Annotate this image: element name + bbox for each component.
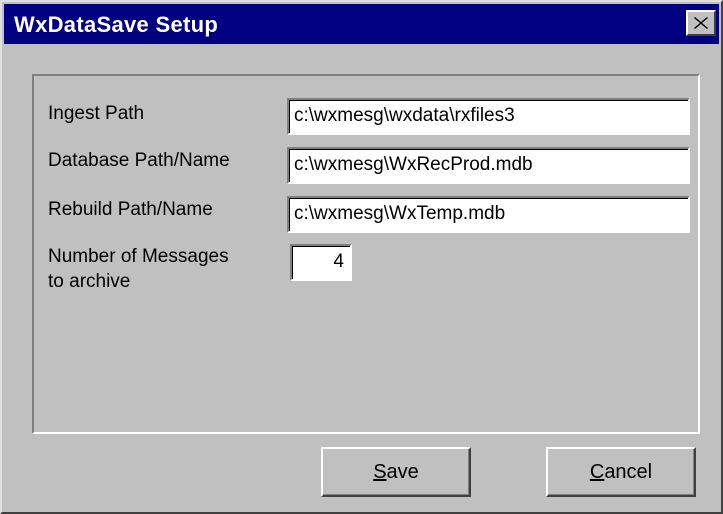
close-button[interactable]: [686, 10, 716, 36]
database-path-field[interactable]: c:\wxmesg\WxRecProd.mdb: [287, 147, 690, 184]
rebuild-path-field[interactable]: c:\wxmesg\WxTemp.mdb: [287, 196, 690, 233]
rebuild-path-label: Rebuild Path/Name: [48, 199, 213, 220]
ingest-path-label: Ingest Path: [48, 103, 145, 124]
messages-count-field[interactable]: 4: [290, 244, 352, 281]
cancel-mnemonic: C: [589, 460, 605, 483]
close-icon: [694, 17, 708, 29]
setup-dialog: WxDataSave Setup Ingest Path c:\wxmesg\w…: [0, 0, 723, 514]
messages-count-label-line1: Number of Messages: [48, 246, 229, 267]
save-button[interactable]: Save: [321, 447, 471, 497]
save-mnemonic: S: [373, 460, 387, 483]
messages-count-label-line2: to archive: [48, 271, 131, 292]
ingest-path-field[interactable]: c:\wxmesg\wxdata\rxfiles3: [287, 98, 690, 135]
cancel-label-rest: ancel: [604, 460, 653, 483]
save-label-rest: ave: [386, 460, 419, 483]
database-path-label: Database Path/Name: [48, 150, 230, 171]
cancel-button[interactable]: Cancel: [546, 447, 696, 497]
window-title: WxDataSave Setup: [14, 12, 219, 37]
title-bar[interactable]: WxDataSave Setup: [4, 4, 719, 44]
